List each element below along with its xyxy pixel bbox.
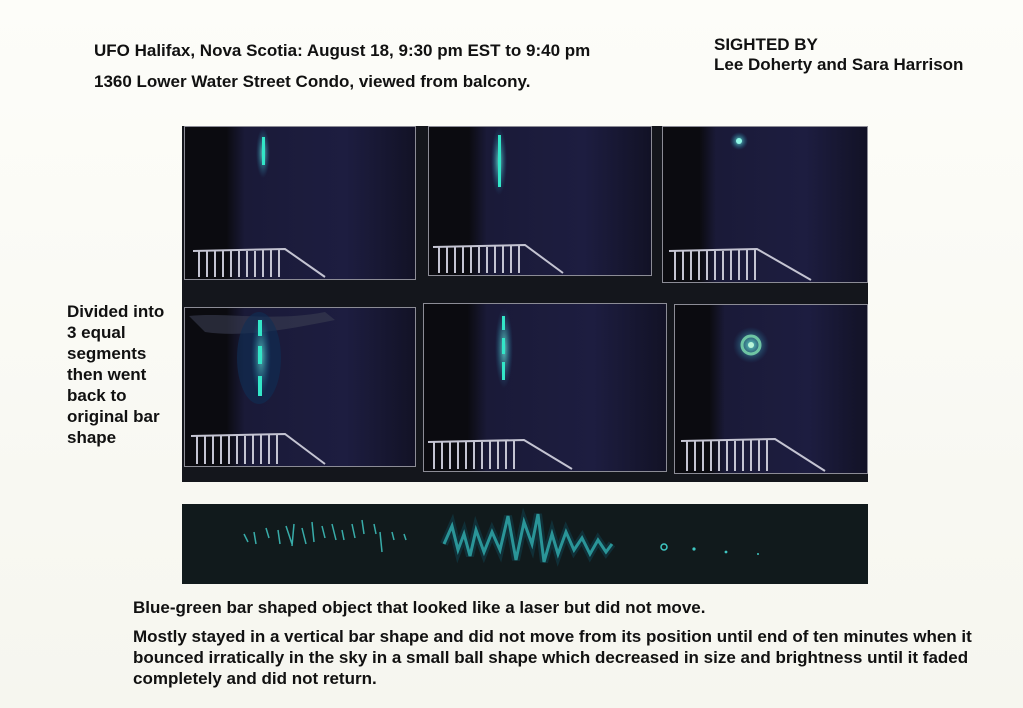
sighting-panels [182, 126, 868, 482]
motion-trail-strip [182, 504, 868, 584]
sighting-frame-4 [184, 307, 416, 467]
sighted-by-label: SIGHTED BY [714, 35, 818, 54]
caption-summary: Blue-green bar shaped object that looked… [133, 598, 706, 617]
caption-detail: Mostly stayed in a vertical bar shape an… [133, 627, 972, 688]
sighted-by-names: Lee Doherty and Sara Harrison [714, 55, 964, 74]
title-line-1: UFO Halifax, Nova Scotia: August 18, 9:3… [94, 41, 591, 60]
sighting-frame-2 [428, 126, 652, 276]
sighting-frame-5 [423, 303, 667, 472]
title-line-2: 1360 Lower Water Street Condo, viewed fr… [94, 72, 531, 91]
side-note: Divided into 3 equal segments then went … [67, 302, 165, 447]
sighting-frame-1 [184, 126, 416, 280]
sighting-frame-6 [674, 304, 868, 474]
sighting-frame-3 [662, 126, 868, 283]
